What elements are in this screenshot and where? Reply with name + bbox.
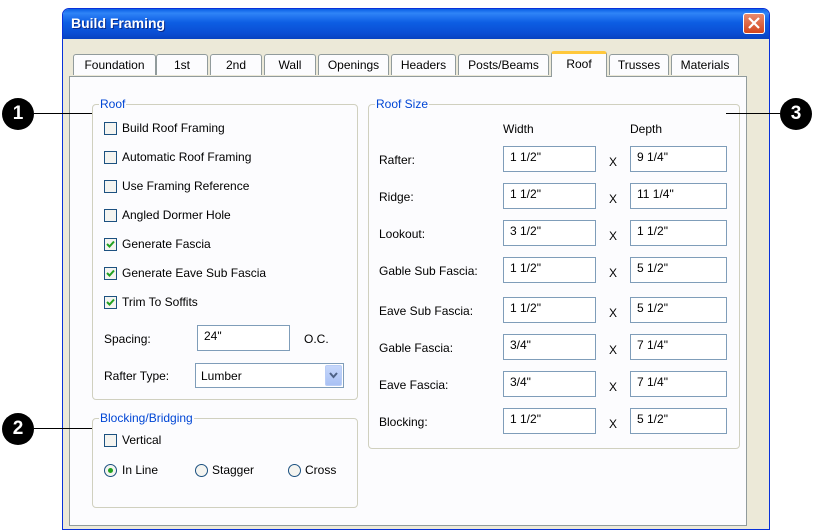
eave-sub-fascia-depth-input[interactable]: 5 1/2" <box>630 297 727 323</box>
generate-eave-sub-fascia-checkbox[interactable] <box>104 267 117 280</box>
tab-openings[interactable]: Openings <box>318 54 389 75</box>
checkmark-icon <box>106 240 115 248</box>
checkmark-icon <box>106 298 115 306</box>
stagger-radio[interactable] <box>195 464 208 477</box>
width-column-header: Width <box>503 122 534 136</box>
gable-fascia-row-label: Gable Fascia: <box>379 341 454 355</box>
tab-wall[interactable]: Wall <box>264 54 316 75</box>
tab-headers[interactable]: Headers <box>391 54 456 75</box>
eave-fascia-depth-input[interactable]: 7 1/4" <box>630 371 727 397</box>
eave-fascia-row-label: Eave Fascia: <box>379 378 449 392</box>
gable-sub-fascia-row-label: Gable Sub Fascia: <box>379 264 478 278</box>
rafter-x-separator: X <box>609 155 618 169</box>
callout-3-leader <box>726 113 780 114</box>
eave-sub-fascia-x-separator: X <box>609 306 618 320</box>
build-roof-framing-checkbox[interactable] <box>104 122 117 135</box>
rafter-type-label: Rafter Type: <box>104 369 170 383</box>
callout-2: 2 <box>2 413 34 445</box>
blocking-row-label: Blocking: <box>379 415 428 429</box>
lookout-x-separator: X <box>609 229 618 243</box>
angled-dormer-hole-checkbox[interactable] <box>104 209 117 222</box>
build-roof-framing-label: Build Roof Framing <box>122 121 225 135</box>
vertical-checkbox[interactable] <box>104 434 117 447</box>
roof-size-legend: Roof Size <box>375 97 430 111</box>
lookout-depth-input[interactable]: 1 1/2" <box>630 220 727 246</box>
rafter-type-select[interactable]: Lumber <box>195 363 344 388</box>
spacing-input[interactable]: 24" <box>197 325 290 351</box>
lookout-row-label: Lookout: <box>379 227 426 241</box>
ridge-x-separator: X <box>609 192 618 206</box>
rafter-row-label: Rafter: <box>379 153 416 167</box>
gable-fascia-depth-input[interactable]: 7 1/4" <box>630 334 727 360</box>
rafter-type-dropdown-button[interactable] <box>325 365 342 386</box>
chevron-down-icon <box>329 372 338 379</box>
close-button[interactable] <box>743 13 765 34</box>
lookout-width-input[interactable]: 3 1/2" <box>503 220 596 246</box>
radio-selected-dot <box>108 468 113 473</box>
generate-eave-sub-fascia-label: Generate Eave Sub Fascia <box>122 266 267 280</box>
generate-fascia-label: Generate Fascia <box>122 237 211 251</box>
tab-roof[interactable]: Roof <box>551 51 607 77</box>
callout-1: 1 <box>2 98 34 130</box>
gable-fascia-x-separator: X <box>609 343 618 357</box>
automatic-roof-framing-label: Automatic Roof Framing <box>122 150 252 164</box>
in-line-radio[interactable] <box>104 464 117 477</box>
blocking-bridging-legend: Blocking/Bridging <box>99 411 194 425</box>
automatic-roof-framing-checkbox[interactable] <box>104 151 117 164</box>
cross-label: Cross <box>305 463 337 477</box>
blocking-width-input[interactable]: 1 1/2" <box>503 408 596 434</box>
tab-trusses[interactable]: Trusses <box>609 54 669 75</box>
callout-2-leader <box>34 428 92 429</box>
callout-3: 3 <box>780 98 812 130</box>
tab-2nd[interactable]: 2nd <box>210 54 262 75</box>
rafter-type-value: Lumber <box>201 369 242 383</box>
checkmark-icon <box>106 269 115 277</box>
spacing-unit-label: O.C. <box>304 332 329 346</box>
callout-1-leader <box>34 113 92 114</box>
close-icon <box>748 17 760 29</box>
gable-sub-fascia-depth-input[interactable]: 5 1/2" <box>630 257 727 283</box>
eave-sub-fascia-width-input[interactable]: 1 1/2" <box>503 297 596 323</box>
generate-fascia-checkbox[interactable] <box>104 238 117 251</box>
use-framing-reference-label: Use Framing Reference <box>122 179 250 193</box>
spacing-label: Spacing: <box>104 332 151 346</box>
blocking-depth-input[interactable]: 5 1/2" <box>630 408 727 434</box>
stagger-label: Stagger <box>212 463 255 477</box>
gable-fascia-width-input[interactable]: 3/4" <box>503 334 596 360</box>
ridge-row-label: Ridge: <box>379 190 414 204</box>
in-line-label: In Line <box>122 463 159 477</box>
trim-to-soffits-label: Trim To Soffits <box>122 295 198 309</box>
title-bar[interactable]: Build Framing <box>63 9 769 39</box>
vertical-label: Vertical <box>122 433 162 447</box>
roof-group: Roof <box>92 97 358 400</box>
depth-column-header: Depth <box>630 122 663 136</box>
window-title: Build Framing <box>71 15 166 31</box>
gable-sub-fascia-width-input[interactable]: 1 1/2" <box>503 257 596 283</box>
eave-fascia-width-input[interactable]: 3/4" <box>503 371 596 397</box>
tab-materials[interactable]: Materials <box>671 54 739 75</box>
eave-fascia-x-separator: X <box>609 380 618 394</box>
rafter-width-input[interactable]: 1 1/2" <box>503 146 596 172</box>
rafter-depth-input[interactable]: 9 1/4" <box>630 146 727 172</box>
roof-group-legend: Roof <box>99 97 127 111</box>
tab-1st[interactable]: 1st <box>156 54 208 75</box>
cross-radio[interactable] <box>288 464 301 477</box>
trim-to-soffits-checkbox[interactable] <box>104 296 117 309</box>
use-framing-reference-checkbox[interactable] <box>104 180 117 193</box>
gable-sub-fascia-x-separator: X <box>609 266 618 280</box>
eave-sub-fascia-row-label: Eave Sub Fascia: <box>379 304 474 318</box>
angled-dormer-hole-label: Angled Dormer Hole <box>122 208 231 222</box>
blocking-x-separator: X <box>609 417 618 431</box>
ridge-width-input[interactable]: 1 1/2" <box>503 183 596 209</box>
tab-posts-beams[interactable]: Posts/Beams <box>458 54 549 75</box>
ridge-depth-input[interactable]: 11 1/4" <box>630 183 727 209</box>
tab-foundation[interactable]: Foundation <box>73 54 156 75</box>
